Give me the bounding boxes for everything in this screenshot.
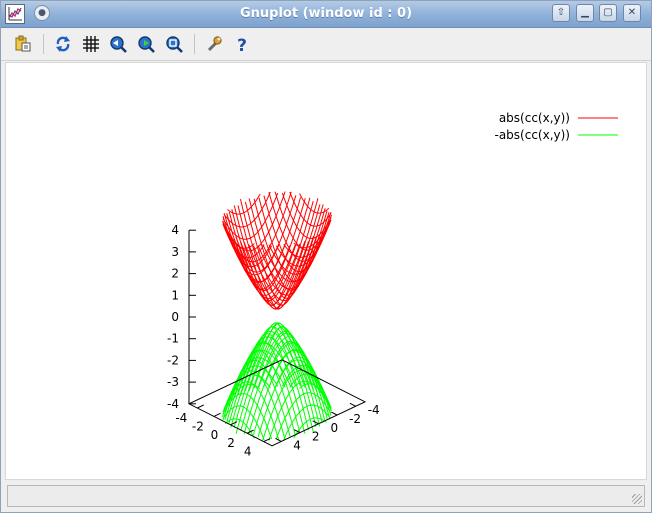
next-zoom-icon[interactable] — [136, 34, 156, 54]
x-tick-label: 0 — [211, 428, 219, 442]
legend-label-abs: abs(cc(x,y)) — [499, 111, 570, 125]
plot-area[interactable]: 4 3 2 1 0 -1 -2 -3 -4 -4 -2 0 2 4 -4 -2 0 2 4 abs(cc(x,y))… — [5, 62, 647, 480]
minimize-button[interactable]: ▁ — [576, 4, 594, 22]
title-bar[interactable]: ● Gnuplot (window id : 0) ⇧ ▁ ▢ ✕ — [1, 1, 651, 28]
z-tick-label: 4 — [171, 223, 179, 237]
resize-grip[interactable] — [632, 494, 642, 504]
toolbar-separator — [194, 34, 195, 54]
surface-line — [231, 341, 301, 434]
y-tick-label: 2 — [312, 430, 320, 444]
z-tick-label: 3 — [171, 245, 179, 259]
z-tick-label: -3 — [167, 375, 179, 389]
x-tick — [213, 412, 221, 417]
series-green-surface — [221, 322, 333, 441]
z-tick-label: 0 — [171, 310, 179, 324]
z-tick-label: -4 — [167, 397, 179, 411]
replot-icon[interactable] — [53, 34, 73, 54]
settings-icon[interactable] — [204, 34, 224, 54]
z-tick-label: -2 — [167, 353, 179, 367]
y-tick-label: 4 — [293, 438, 301, 452]
x-tick-label: 2 — [227, 436, 235, 450]
y-tick — [349, 402, 356, 407]
legend-label-neg-abs: -abs(cc(x,y)) — [495, 128, 571, 142]
x-tick — [197, 404, 205, 409]
x-tick-label: -2 — [192, 419, 204, 433]
svg-text:?: ? — [237, 36, 247, 53]
status-bar — [7, 485, 645, 507]
toolbar-separator — [43, 34, 44, 54]
y-tick-label: 0 — [331, 421, 339, 435]
maximize-button[interactable]: ▢ — [599, 4, 617, 22]
x-tick-label: -4 — [175, 411, 187, 425]
series-red-surface — [221, 191, 333, 310]
help-icon[interactable]: ? — [232, 34, 252, 54]
y-tick-label: -4 — [368, 403, 380, 417]
gnuplot-window: ● Gnuplot (window id : 0) ⇧ ▁ ▢ ✕ ? 4 3 … — [0, 0, 652, 513]
surface-plot: 43210-1-2-3-4-4-2024-4-2024 abs(cc(x,y))… — [167, 111, 618, 459]
toolbar: ? — [1, 28, 651, 61]
y-tick-label: -2 — [349, 412, 361, 426]
z-tick-label: 1 — [171, 288, 179, 302]
close-button[interactable]: ✕ — [623, 4, 641, 22]
grid-icon[interactable] — [81, 34, 101, 54]
z-tick-label: -1 — [167, 332, 179, 346]
shade-up-button[interactable]: ⇧ — [552, 4, 570, 22]
x-tick — [230, 421, 238, 426]
surface-line — [253, 198, 323, 291]
export-icon[interactable] — [13, 34, 33, 54]
y-tick — [331, 411, 338, 416]
autoscale-icon[interactable] — [164, 34, 184, 54]
prev-zoom-icon[interactable] — [108, 34, 128, 54]
z-tick-label: 2 — [171, 267, 179, 281]
x-tick-label: 4 — [244, 445, 252, 459]
legend: abs(cc(x,y)) -abs(cc(x,y)) — [495, 111, 618, 142]
